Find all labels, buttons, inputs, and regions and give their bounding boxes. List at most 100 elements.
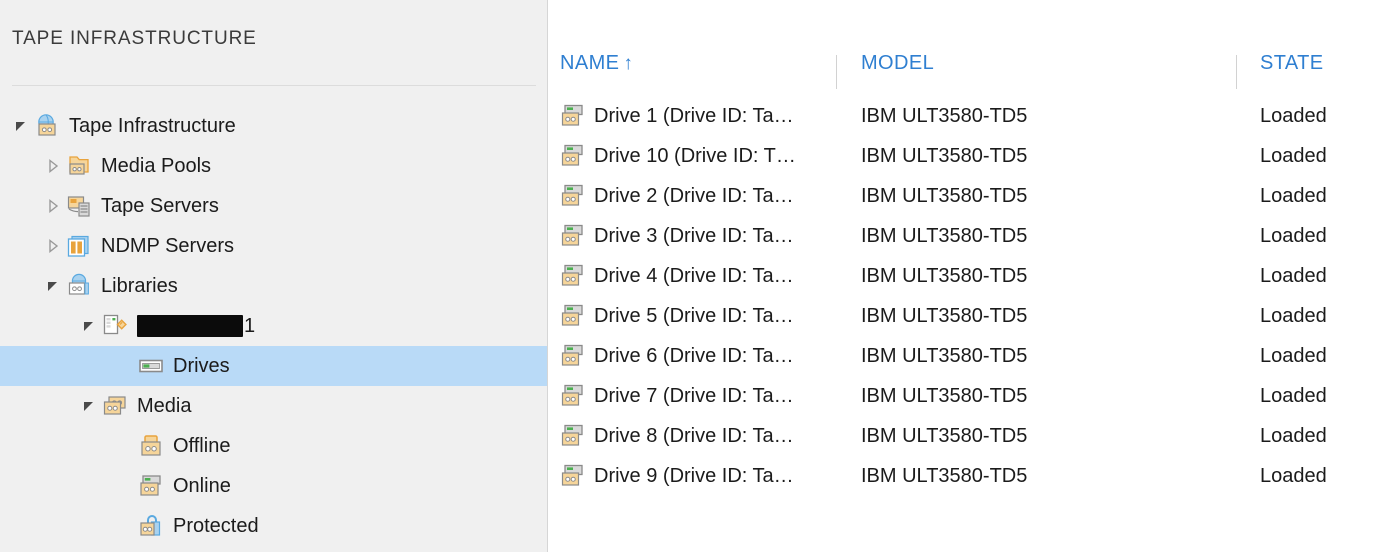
twisty-spacer	[114, 355, 136, 377]
grid-header: NAME ↑ MODEL STATE	[548, 52, 1400, 92]
table-row[interactable]: Drive 4 (Drive ID: Ta… IBM ULT3580-TD5 Loa…	[548, 256, 1400, 296]
table-row[interactable]: Drive 6 (Drive ID: Ta… IBM ULT3580-TD5 Loa…	[548, 336, 1400, 376]
cell-state: Loaded	[1260, 384, 1327, 407]
cell-model: IBM ULT3580-TD5	[861, 184, 1028, 207]
column-header-state[interactable]: STATE	[1260, 52, 1323, 75]
cell-model: IBM ULT3580-TD5	[861, 144, 1028, 167]
cell-state: Loaded	[1260, 224, 1327, 247]
column-header-label: STATE	[1260, 52, 1324, 74]
tree-item-media-pools[interactable]: Media Pools	[0, 146, 547, 186]
cell-name-label: Drive 8 (Drive ID: Ta…	[594, 424, 794, 447]
cell-name: Drive 8 (Drive ID: Ta…	[560, 416, 794, 456]
tree-item-label: Offline	[173, 435, 231, 457]
table-row[interactable]: Drive 5 (Drive ID: Ta… IBM ULT3580-TD5 Loa…	[548, 296, 1400, 336]
tape-drive-icon	[560, 423, 586, 449]
drives-grid-panel: NAME ↑ MODEL STATE Drive 1 (Drive ID: Ta… IB…	[548, 0, 1400, 552]
tape-globe-icon	[34, 113, 60, 139]
column-header-label: MODEL	[861, 52, 935, 74]
tree-item-label: 1	[244, 314, 256, 337]
expand-triangle-icon[interactable]	[42, 195, 64, 217]
cell-name-label: Drive 7 (Drive ID: Ta…	[594, 384, 794, 407]
table-row[interactable]: Drive 7 (Drive ID: Ta… IBM ULT3580-TD5 Loa…	[548, 376, 1400, 416]
media-protected-icon	[138, 513, 164, 539]
cell-name-label: Drive 2 (Drive ID: Ta…	[594, 184, 794, 207]
table-row[interactable]: Drive 2 (Drive ID: Ta… IBM ULT3580-TD5 Loa…	[548, 176, 1400, 216]
cell-name-label: Drive 1 (Drive ID: Ta…	[594, 104, 794, 127]
cell-model: IBM ULT3580-TD5	[861, 104, 1028, 127]
tape-drive-icon	[560, 183, 586, 209]
cell-state: Loaded	[1260, 464, 1327, 487]
table-row[interactable]: Drive 8 (Drive ID: Ta… IBM ULT3580-TD5 Loa…	[548, 416, 1400, 456]
tape-drive-icon	[560, 143, 586, 169]
cell-name: Drive 10 (Drive ID: T…	[560, 136, 796, 176]
cell-name-label: Drive 6 (Drive ID: Ta…	[594, 344, 794, 367]
tree-item-online[interactable]: Online	[0, 466, 547, 506]
table-row[interactable]: Drive 1 (Drive ID: Ta… IBM ULT3580-TD5 Loa…	[548, 96, 1400, 136]
cell-name: Drive 5 (Drive ID: Ta…	[560, 296, 794, 336]
column-header-label: NAME	[560, 52, 620, 74]
cell-name: Drive 3 (Drive ID: Ta…	[560, 216, 794, 256]
tree-item-label: Libraries	[101, 275, 178, 297]
cell-name-label: Drive 9 (Drive ID: Ta…	[594, 464, 794, 487]
tape-drive-icon	[560, 263, 586, 289]
cell-state: Loaded	[1260, 344, 1327, 367]
cell-model: IBM ULT3580-TD5	[861, 224, 1028, 247]
tree-item-label: NDMP Servers	[101, 235, 234, 257]
column-divider-0[interactable]	[836, 55, 837, 89]
tree-item-label: Media	[137, 395, 192, 417]
column-header-model[interactable]: MODEL	[861, 52, 934, 75]
collapse-triangle-icon[interactable]	[42, 275, 64, 297]
twisty-spacer	[114, 435, 136, 457]
tree-item-tape-infrastructure[interactable]: Tape Infrastructure	[0, 106, 547, 146]
tape-drive-icon	[560, 463, 586, 489]
table-row[interactable]: Drive 10 (Drive ID: T… IBM ULT3580-TD5 Loa…	[548, 136, 1400, 176]
cell-model: IBM ULT3580-TD5	[861, 424, 1028, 447]
tree-item-libraries[interactable]: Libraries	[0, 266, 547, 306]
drive-icon	[138, 353, 164, 379]
tree-item-label: Drives	[173, 355, 230, 377]
cell-name-label: Drive 4 (Drive ID: Ta…	[594, 264, 794, 287]
cell-name-label: Drive 5 (Drive ID: Ta…	[594, 304, 794, 327]
tree-item-offline[interactable]: Offline	[0, 426, 547, 466]
sidebar-title: TAPE INFRASTRUCTURE	[12, 28, 257, 49]
cell-model: IBM ULT3580-TD5	[861, 344, 1028, 367]
tree-item-library[interactable]: 1	[0, 306, 547, 346]
cell-name: Drive 9 (Drive ID: Ta…	[560, 456, 794, 496]
column-header-name[interactable]: NAME ↑	[560, 52, 633, 75]
column-divider-1[interactable]	[1236, 55, 1237, 89]
tree-item-label-redacted: 1	[137, 315, 255, 338]
twisty-spacer	[114, 515, 136, 537]
cell-name: Drive 4 (Drive ID: Ta…	[560, 256, 794, 296]
cell-name: Drive 6 (Drive ID: Ta…	[560, 336, 794, 376]
tree-item-media[interactable]: Media	[0, 386, 547, 426]
cell-model: IBM ULT3580-TD5	[861, 304, 1028, 327]
expand-triangle-icon[interactable]	[42, 155, 64, 177]
tape-infrastructure-window: TAPE INFRASTRUCTURE Tape Infrastructure …	[0, 0, 1400, 552]
tape-drive-icon	[560, 303, 586, 329]
cell-state: Loaded	[1260, 304, 1327, 327]
sidebar-divider	[12, 85, 536, 86]
cell-name: Drive 1 (Drive ID: Ta…	[560, 96, 794, 136]
tree-item-protected[interactable]: Protected	[0, 506, 547, 546]
cell-state: Loaded	[1260, 424, 1327, 447]
tree-item-label: Tape Servers	[101, 195, 219, 217]
media-pool-folder-icon	[66, 153, 92, 179]
collapse-triangle-icon[interactable]	[78, 315, 100, 337]
libraries-icon	[66, 273, 92, 299]
tree-item-drives[interactable]: Drives	[0, 346, 547, 386]
sort-ascending-arrow-icon[interactable]: ↑	[623, 54, 633, 73]
table-row[interactable]: Drive 3 (Drive ID: Ta… IBM ULT3580-TD5 Loa…	[548, 216, 1400, 256]
cell-state: Loaded	[1260, 104, 1327, 127]
expand-triangle-icon[interactable]	[42, 235, 64, 257]
library-device-icon	[102, 313, 128, 339]
tree-item-tape-servers[interactable]: Tape Servers	[0, 186, 547, 226]
redaction-bar	[137, 315, 243, 337]
tree-item-ndmp-servers[interactable]: NDMP Servers	[0, 226, 547, 266]
tape-drive-icon	[560, 343, 586, 369]
table-row[interactable]: Drive 9 (Drive ID: Ta… IBM ULT3580-TD5 Loa…	[548, 456, 1400, 496]
collapse-triangle-icon[interactable]	[10, 115, 32, 137]
tree-item-label: Protected	[173, 515, 259, 537]
media-online-icon	[138, 473, 164, 499]
collapse-triangle-icon[interactable]	[78, 395, 100, 417]
cell-model: IBM ULT3580-TD5	[861, 464, 1028, 487]
